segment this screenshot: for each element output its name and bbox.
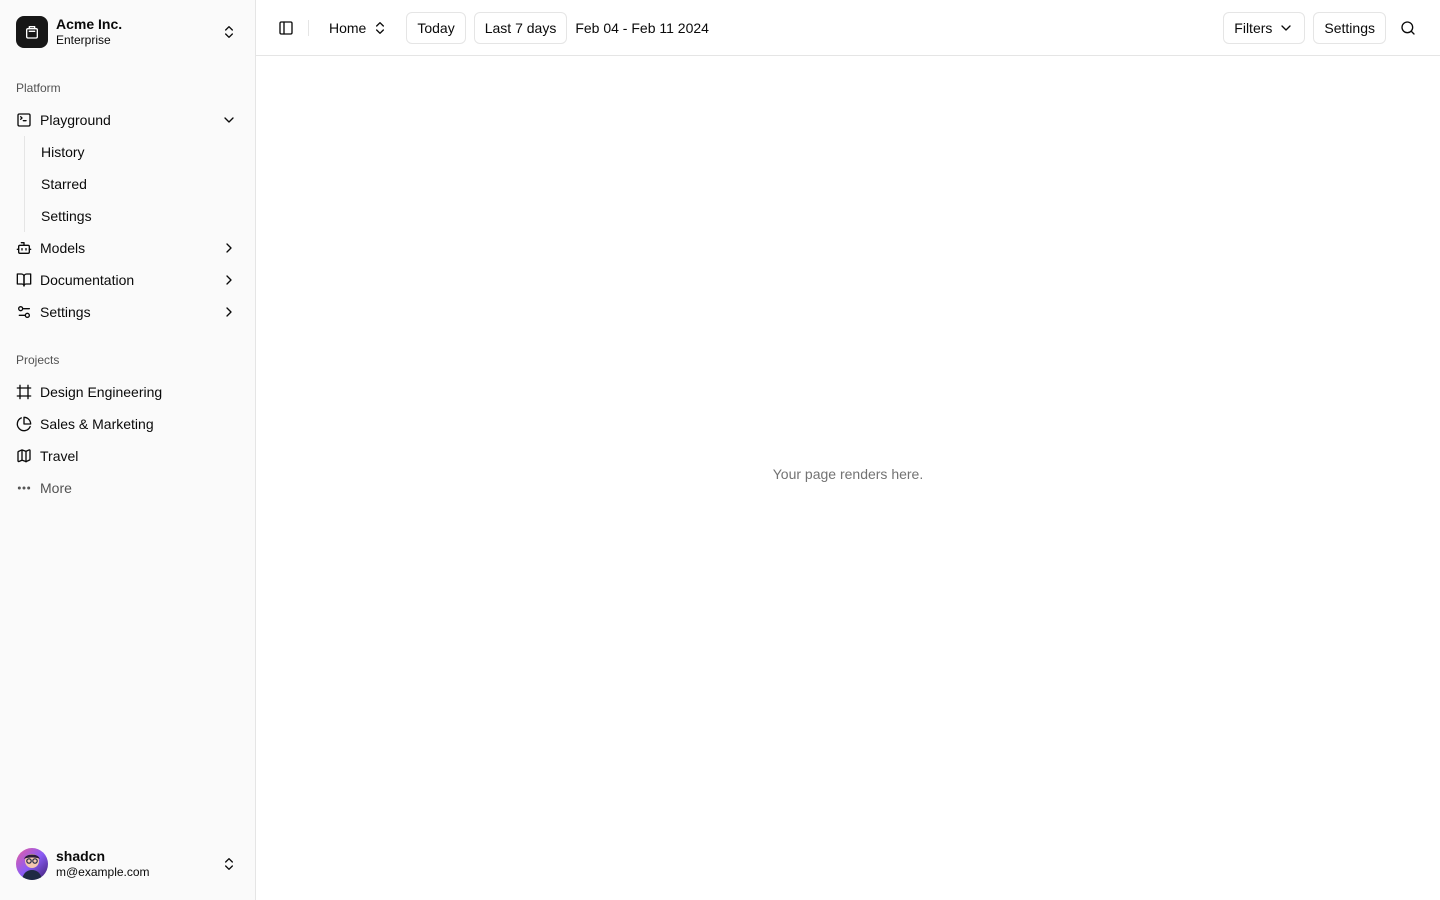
today-button[interactable]: Today [406,11,466,44]
sidebar-item-label: Settings [40,304,91,320]
team-logo-icon [16,16,48,48]
user-menu[interactable]: shadcn m@example.com [0,832,255,896]
last-7-days-button[interactable]: Last 7 days [473,11,568,44]
projects-more-label: More [40,480,72,496]
page-content: Your page renders here. [256,56,1440,900]
sidebar-item-models[interactable]: Models [0,232,255,264]
submenu-item-settings[interactable]: Settings [41,200,255,232]
search-button[interactable] [1392,12,1424,44]
chevrons-up-down-icon [225,858,233,870]
chevron-down-icon [1281,24,1292,31]
submenu-item-starred[interactable]: Starred [41,168,255,200]
frame-icon [16,384,32,400]
team-switcher[interactable]: Acme Inc. Enterprise [0,0,255,64]
submenu-item-history[interactable]: History [41,136,255,168]
content-placeholder: Your page renders here. [772,466,924,482]
projects-more-button[interactable]: More [0,472,255,504]
project-item-sales-marketing[interactable]: Sales & Marketing [0,408,255,440]
sidebar: Acme Inc. Enterprise Platform Playground… [0,0,256,900]
chevron-right-icon [226,243,232,253]
pie-chart-icon [16,416,32,432]
sidebar-item-label: Playground [40,112,111,128]
sidebar-item-label: Models [40,240,86,256]
map-icon [17,449,31,463]
bot-icon [16,242,32,254]
project-item-travel[interactable]: Travel [0,440,255,472]
chevron-down-icon [224,117,234,123]
settings-2-icon [17,306,30,318]
home-select-label: Home [329,19,367,36]
project-item-label: Travel [40,448,79,464]
project-item-label: Design Engineering [40,384,163,400]
sidebar-item-label: Documentation [40,272,135,288]
chevron-right-icon [226,307,232,317]
main-area: Home Today Last 7 days Feb 04 - Feb 11 2… [256,0,1440,900]
user-email: m@example.com [56,865,150,880]
search-icon [1401,20,1415,35]
chevrons-up-down-icon [225,26,233,38]
sidebar-toggle-button[interactable] [276,18,296,38]
filters-label: Filters [1234,19,1273,36]
sidebar-item-documentation[interactable]: Documentation [0,264,255,296]
project-item-label: Sales & Marketing [40,416,154,432]
settings-button[interactable]: Settings [1313,11,1386,44]
chevron-right-icon [226,275,232,285]
avatar [16,848,48,880]
home-select[interactable]: Home [321,12,396,44]
team-name: Acme Inc. [56,15,123,32]
projects-group-label: Projects [16,353,60,367]
sidebar-item-settings[interactable]: Settings [0,296,255,328]
project-item-design-engineering[interactable]: Design Engineering [0,376,255,408]
terminal-icon [17,113,31,127]
book-open-icon [16,273,32,287]
divider [308,19,309,36]
more-horizontal-icon [17,486,31,490]
date-range: Feb 04 - Feb 11 2024 [575,19,709,36]
playground-submenu: History Starred Settings [24,136,255,232]
filters-button[interactable]: Filters [1223,11,1306,44]
chevrons-up-down-icon [376,21,385,34]
team-plan: Enterprise [56,33,111,48]
sidebar-item-playground[interactable]: Playground [0,104,255,136]
user-name: shadcn [56,847,106,864]
panel-left-icon [279,20,293,35]
platform-group-label: Platform [16,81,61,95]
topbar: Home Today Last 7 days Feb 04 - Feb 11 2… [256,0,1440,56]
